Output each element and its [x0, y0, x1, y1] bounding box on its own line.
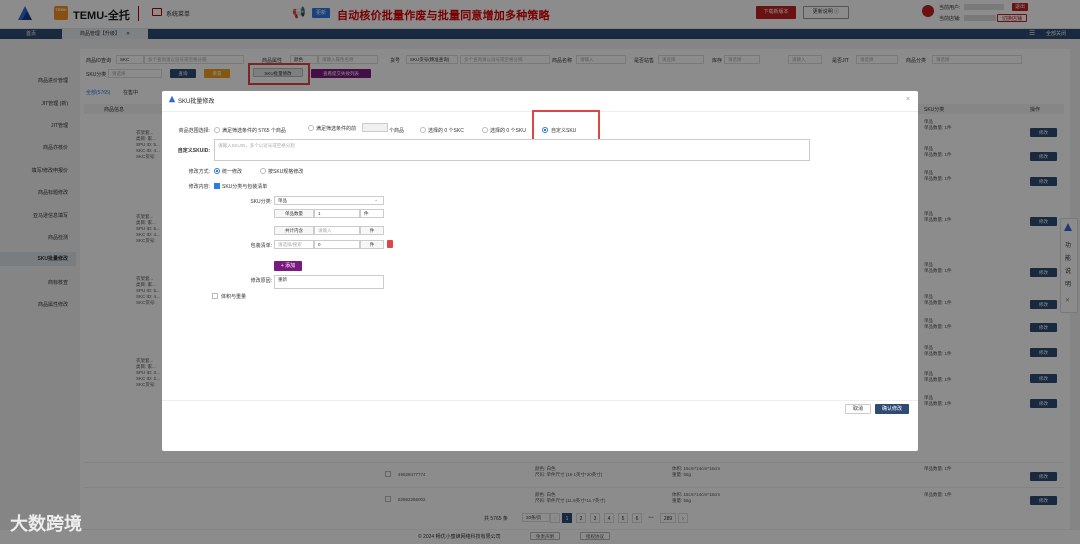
single-qty-input[interactable]: 1	[314, 209, 360, 218]
inner-qty-input[interactable]: 请输入	[314, 226, 360, 235]
mode-radio-by-sku[interactable]	[260, 168, 266, 174]
mode-radio-unified[interactable]	[214, 168, 220, 174]
sku-class-label: SKU分类:	[250, 199, 272, 205]
scope-radio-first-n-label: 满足筛选条件的前	[316, 126, 357, 132]
volume-checkbox[interactable]	[212, 293, 218, 299]
custom-skuid-label: 自定义SKUID:	[177, 148, 210, 154]
mode-label: 修改方式:	[188, 169, 210, 175]
pack-qty-input[interactable]: 0	[314, 240, 360, 249]
scope-radio-first-n[interactable]	[308, 125, 314, 131]
first-n-input[interactable]	[362, 123, 388, 132]
delete-icon[interactable]	[387, 240, 393, 248]
inner-unit: 件	[360, 226, 384, 235]
scope-radio-first-n-suffix: 个商品	[389, 128, 405, 134]
reason-input[interactable]: 重新	[274, 275, 384, 289]
watermark-logo: 大数跨境	[10, 514, 82, 534]
cancel-button[interactable]: 取消	[845, 404, 871, 414]
modal-footer-divider	[162, 400, 918, 401]
modal-title: SKU批量修改	[178, 99, 215, 105]
scope-radio-skc[interactable]	[420, 127, 426, 133]
scope-radio-custom[interactable]	[542, 127, 548, 133]
custom-skuid-textarea[interactable]: 请输入SKUID，多个以逗号或空格分割	[214, 139, 810, 161]
chevron-down-icon: ⌄	[374, 197, 379, 203]
pack-list-select[interactable]: 请选择/搜索	[274, 240, 314, 249]
scope-radio-sku[interactable]	[482, 127, 488, 133]
pack-list-label: 包装清单:	[250, 243, 272, 249]
scope-radio-all-label: 满足筛选条件的 5765 个商品	[222, 128, 286, 134]
mode-radio-by-sku-label: 按SKU规格修改	[268, 169, 304, 175]
close-icon[interactable]: ×	[906, 96, 910, 103]
inner-label: 共计内含	[274, 226, 314, 235]
scope-radio-sku-label: 选择的 0 个SKU	[490, 128, 526, 134]
add-pack-button[interactable]: + 添加	[274, 261, 302, 271]
single-unit-select[interactable]: 件	[360, 209, 384, 218]
scope-radio-all[interactable]	[214, 127, 220, 133]
content-checkbox[interactable]	[214, 183, 220, 189]
confirm-modify-button[interactable]: 确认修改	[875, 404, 909, 414]
mode-radio-unified-label: 统一修改	[222, 169, 243, 175]
scope-radio-skc-label: 选择的 0 个SKC	[428, 128, 464, 134]
content-label: 修改内容:	[188, 184, 210, 190]
reason-label: 修改原因:	[250, 278, 272, 284]
scope-radio-custom-label: 自定义SKU	[551, 128, 577, 134]
content-checkbox-label: SKU分类与包装清单	[222, 184, 268, 190]
volume-checkbox-label: 体积与重量	[221, 294, 247, 300]
sku-class-select[interactable]: 单品	[274, 196, 384, 205]
scope-label: 商品范围选择:	[178, 128, 210, 134]
modal-logo-icon	[168, 95, 176, 103]
single-qty-label: 单品数量	[274, 209, 314, 218]
pack-unit: 件	[360, 240, 384, 249]
